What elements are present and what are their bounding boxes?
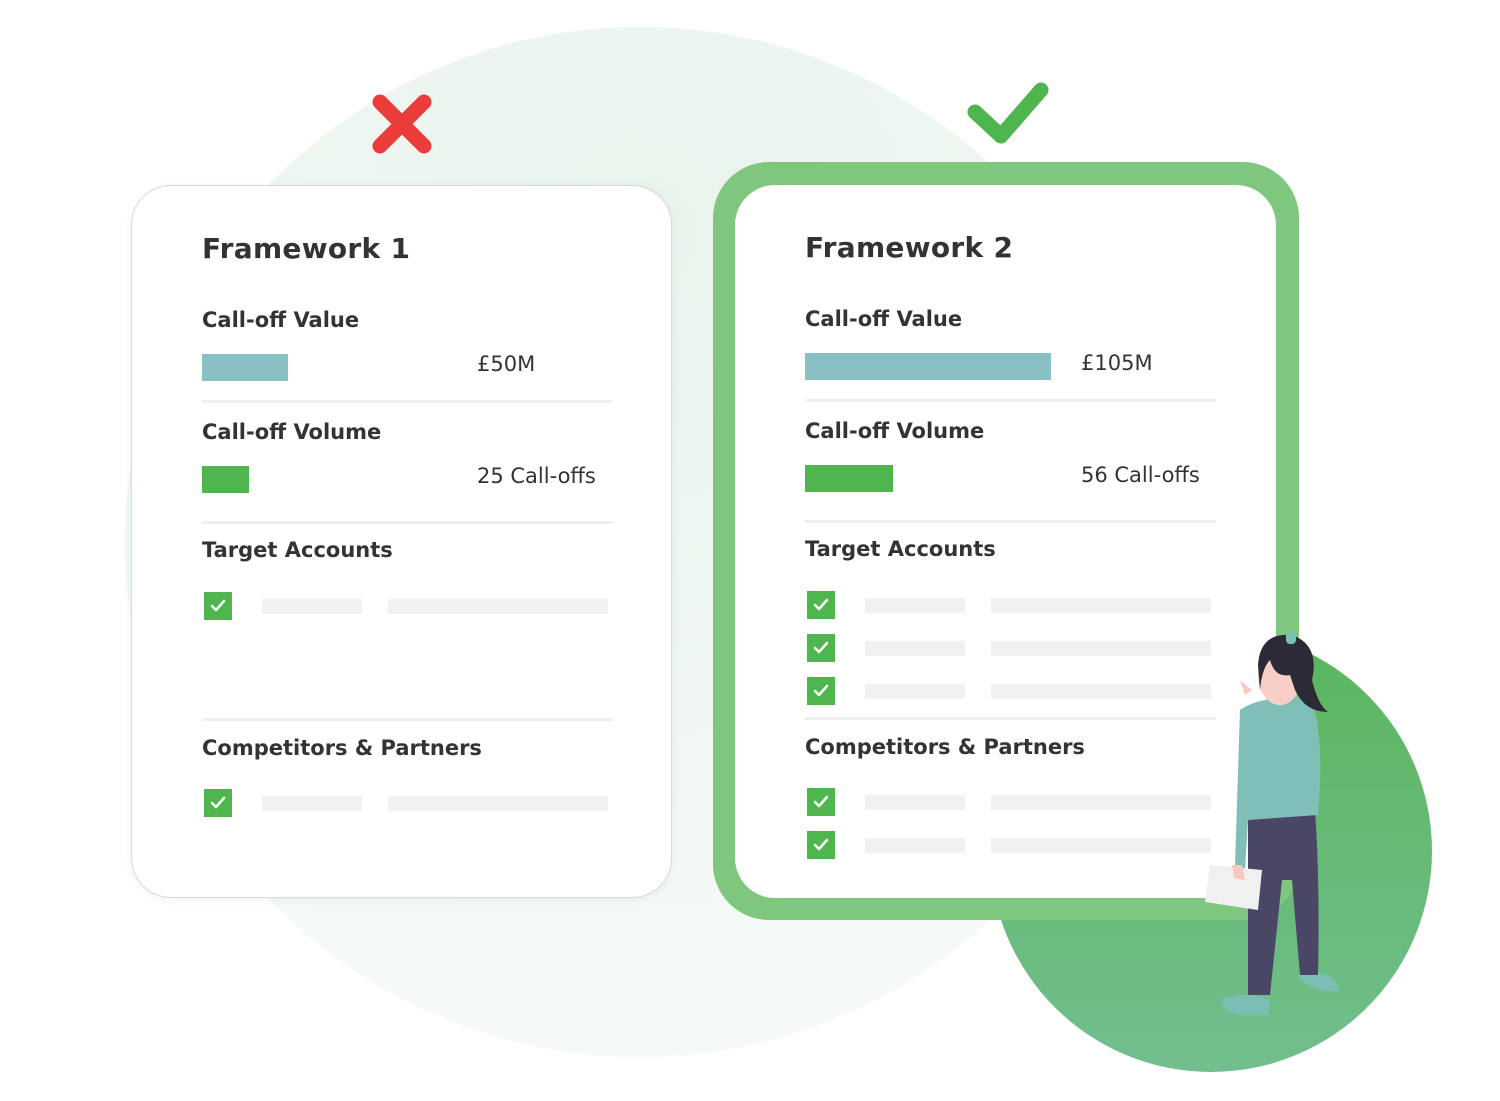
placeholder-line: [865, 838, 965, 853]
card-title: Framework 2: [805, 231, 1014, 264]
placeholder-line: [991, 684, 1211, 699]
placeholder-line: [388, 796, 608, 811]
call-off-volume-bar: [805, 465, 894, 492]
target-accounts-label: Target Accounts: [805, 537, 996, 561]
placeholder-line: [991, 598, 1211, 613]
placeholder-line: [865, 795, 965, 810]
call-off-volume-label: Call-off Volume: [202, 420, 382, 444]
checkbox-checked-icon[interactable]: [807, 591, 835, 619]
divider: [805, 717, 1216, 720]
placeholder-line: [991, 795, 1211, 810]
checkbox-checked-icon[interactable]: [807, 788, 835, 816]
placeholder-line: [865, 641, 965, 656]
placeholder-line: [388, 599, 608, 614]
call-off-value-amount: £50M: [477, 352, 536, 376]
placeholder-line: [991, 838, 1211, 853]
call-off-volume-count: 56 Call-offs: [1081, 463, 1200, 487]
competitors-partners-label: Competitors & Partners: [805, 735, 1085, 759]
checkmark-icon: [965, 80, 1051, 150]
call-off-volume-count: 25 Call-offs: [477, 464, 596, 488]
framework-card[interactable]: Framework 1 Call-off Value £50M Call-off Vo…: [131, 185, 672, 898]
divider: [805, 520, 1216, 523]
divider: [202, 400, 613, 403]
target-accounts-label: Target Accounts: [202, 538, 393, 562]
call-off-value-amount: £105M: [1081, 351, 1153, 375]
divider: [202, 521, 613, 524]
placeholder-line: [262, 599, 362, 614]
competitors-partners-label: Competitors & Partners: [202, 736, 482, 760]
call-off-value-bar: [202, 354, 289, 381]
call-off-value-bar: [805, 353, 1051, 380]
checkbox-checked-icon[interactable]: [807, 831, 835, 859]
placeholder-line: [991, 641, 1211, 656]
checkbox-checked-icon[interactable]: [204, 592, 232, 620]
call-off-volume-bar: [202, 466, 250, 493]
x-mark-icon: [370, 92, 434, 160]
checkbox-checked-icon[interactable]: [204, 789, 232, 817]
call-off-volume-label: Call-off Volume: [805, 419, 985, 443]
placeholder-line: [262, 796, 362, 811]
checkbox-checked-icon[interactable]: [807, 634, 835, 662]
divider: [805, 399, 1216, 402]
checkbox-checked-icon[interactable]: [807, 677, 835, 705]
call-off-value-label: Call-off Value: [202, 308, 360, 332]
framework-card[interactable]: Framework 2 Call-off Value £105M Call-off V…: [735, 185, 1276, 898]
card-title: Framework 1: [202, 232, 411, 265]
person-illustration: [1200, 620, 1440, 1034]
call-off-value-label: Call-off Value: [805, 307, 963, 331]
placeholder-line: [865, 598, 965, 613]
divider: [202, 718, 613, 721]
placeholder-line: [865, 684, 965, 699]
